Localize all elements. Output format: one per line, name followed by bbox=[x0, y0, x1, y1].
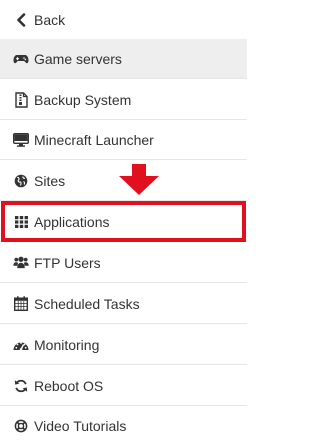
sidebar-item-scheduled-tasks[interactable]: Scheduled Tasks bbox=[0, 284, 247, 324]
sidebar-item-label: Minecraft Launcher bbox=[34, 131, 154, 148]
sidebar-item-reboot-os[interactable]: Reboot OS bbox=[0, 366, 247, 406]
sidebar-item-label: FTP Users bbox=[34, 254, 101, 271]
desktop-icon bbox=[13, 132, 29, 148]
sidebar-item-label: Applications bbox=[34, 213, 110, 230]
down-arrow-icon bbox=[119, 164, 159, 195]
back-label: Back bbox=[34, 11, 66, 28]
sidebar-item-video-tutorials[interactable]: Video Tutorials bbox=[0, 406, 247, 446]
users-icon bbox=[13, 255, 29, 271]
dashboard-icon bbox=[13, 337, 29, 353]
sidebar-item-applications[interactable]: Applications bbox=[0, 202, 247, 242]
sidebar-item-label: Backup System bbox=[34, 91, 132, 108]
calendar-icon bbox=[13, 296, 29, 312]
file-archive-icon bbox=[13, 91, 29, 108]
sidebar-menu: Back Game servers Backup System Minecraf… bbox=[0, 0, 247, 447]
sidebar-item-monitoring[interactable]: Monitoring bbox=[0, 325, 247, 365]
lifebuoy-icon bbox=[13, 418, 29, 434]
sidebar-item-label: Video Tutorials bbox=[34, 418, 127, 434]
sidebar-item-ftp-users[interactable]: FTP Users bbox=[0, 243, 247, 283]
sidebar-item-backup-system[interactable]: Backup System bbox=[0, 80, 247, 120]
sidebar-item-label: Sites bbox=[34, 172, 66, 189]
chevron-left-icon bbox=[13, 12, 29, 28]
sidebar-item-label: Scheduled Tasks bbox=[34, 295, 140, 312]
sidebar-item-label: Reboot OS bbox=[34, 377, 104, 394]
sidebar-item-label: Monitoring bbox=[34, 336, 100, 353]
refresh-icon bbox=[13, 378, 29, 394]
sidebar-item-label: Game servers bbox=[34, 50, 122, 67]
sidebar-item-game-servers[interactable]: Game servers bbox=[0, 39, 247, 79]
gamepad-icon bbox=[13, 51, 29, 67]
back-link[interactable]: Back bbox=[0, 0, 247, 40]
grid-icon bbox=[13, 214, 29, 230]
sidebar-item-minecraft-launcher[interactable]: Minecraft Launcher bbox=[0, 120, 247, 160]
globe-icon bbox=[13, 173, 29, 189]
